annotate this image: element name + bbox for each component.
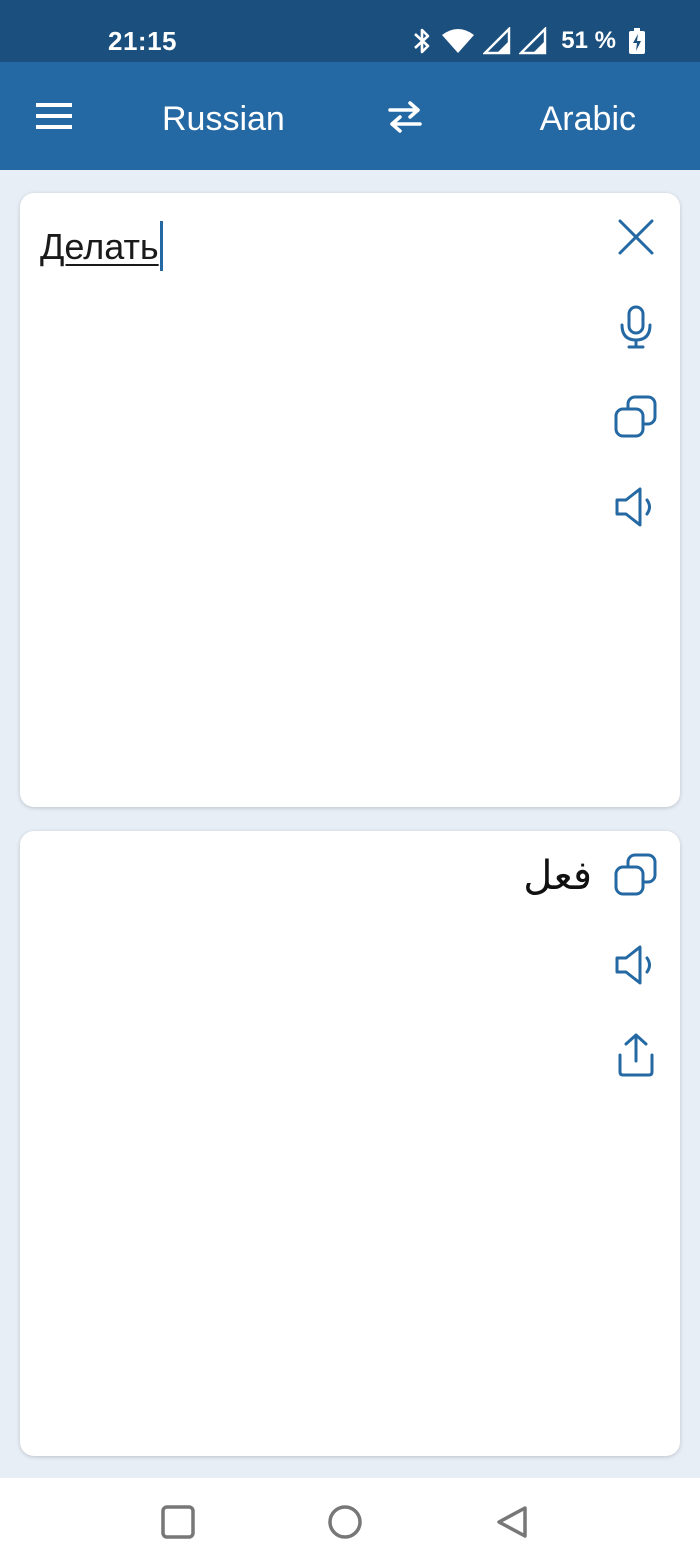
- battery-charging-icon: [629, 28, 645, 54]
- copy-translation-button[interactable]: [612, 851, 660, 899]
- voice-input-button[interactable]: [612, 303, 660, 351]
- copy-icon: [614, 395, 657, 438]
- back-icon: [497, 1506, 527, 1538]
- speak-translation-button[interactable]: [612, 941, 660, 989]
- swap-languages-button[interactable]: [384, 100, 426, 134]
- recent-apps-icon: [161, 1505, 195, 1539]
- signal-icon: [483, 27, 511, 55]
- target-language-button[interactable]: Arabic: [540, 100, 636, 139]
- status-bar: 21:15 51 %: [0, 0, 700, 62]
- system-nav-bar: [0, 1478, 700, 1564]
- recent-apps-button[interactable]: [160, 1504, 196, 1540]
- signal-icon: [519, 27, 547, 55]
- battery-percent: 51 %: [561, 27, 616, 54]
- output-card: فعل: [20, 831, 680, 1456]
- status-time: 21:15: [108, 26, 177, 56]
- source-text: Делать: [40, 226, 159, 267]
- copy-icon: [614, 853, 657, 896]
- clear-button[interactable]: [612, 213, 660, 261]
- menu-icon: [36, 103, 72, 129]
- share-icon: [618, 1033, 654, 1077]
- source-text-input[interactable]: Делать: [40, 221, 163, 271]
- home-button[interactable]: [327, 1504, 363, 1540]
- bluetooth-icon: [414, 28, 430, 54]
- microphone-icon: [620, 305, 652, 349]
- text-cursor: [159, 221, 163, 271]
- status-icons: 51 %: [411, 24, 646, 58]
- wifi-icon: [442, 29, 475, 53]
- share-translation-button[interactable]: [612, 1031, 660, 1079]
- speaker-icon: [615, 487, 651, 527]
- translated-text: فعل: [523, 854, 592, 898]
- input-card: Делать: [20, 193, 680, 807]
- home-icon: [328, 1505, 362, 1539]
- source-language-button[interactable]: Russian: [162, 100, 285, 139]
- close-icon: [618, 219, 654, 255]
- speaker-icon: [615, 945, 651, 985]
- back-button[interactable]: [494, 1504, 530, 1540]
- app-bar: Russian Arabic: [0, 62, 700, 170]
- copy-source-button[interactable]: [612, 393, 660, 441]
- swap-icon: [388, 101, 422, 133]
- speak-source-button[interactable]: [612, 483, 660, 531]
- menu-button[interactable]: [32, 96, 76, 136]
